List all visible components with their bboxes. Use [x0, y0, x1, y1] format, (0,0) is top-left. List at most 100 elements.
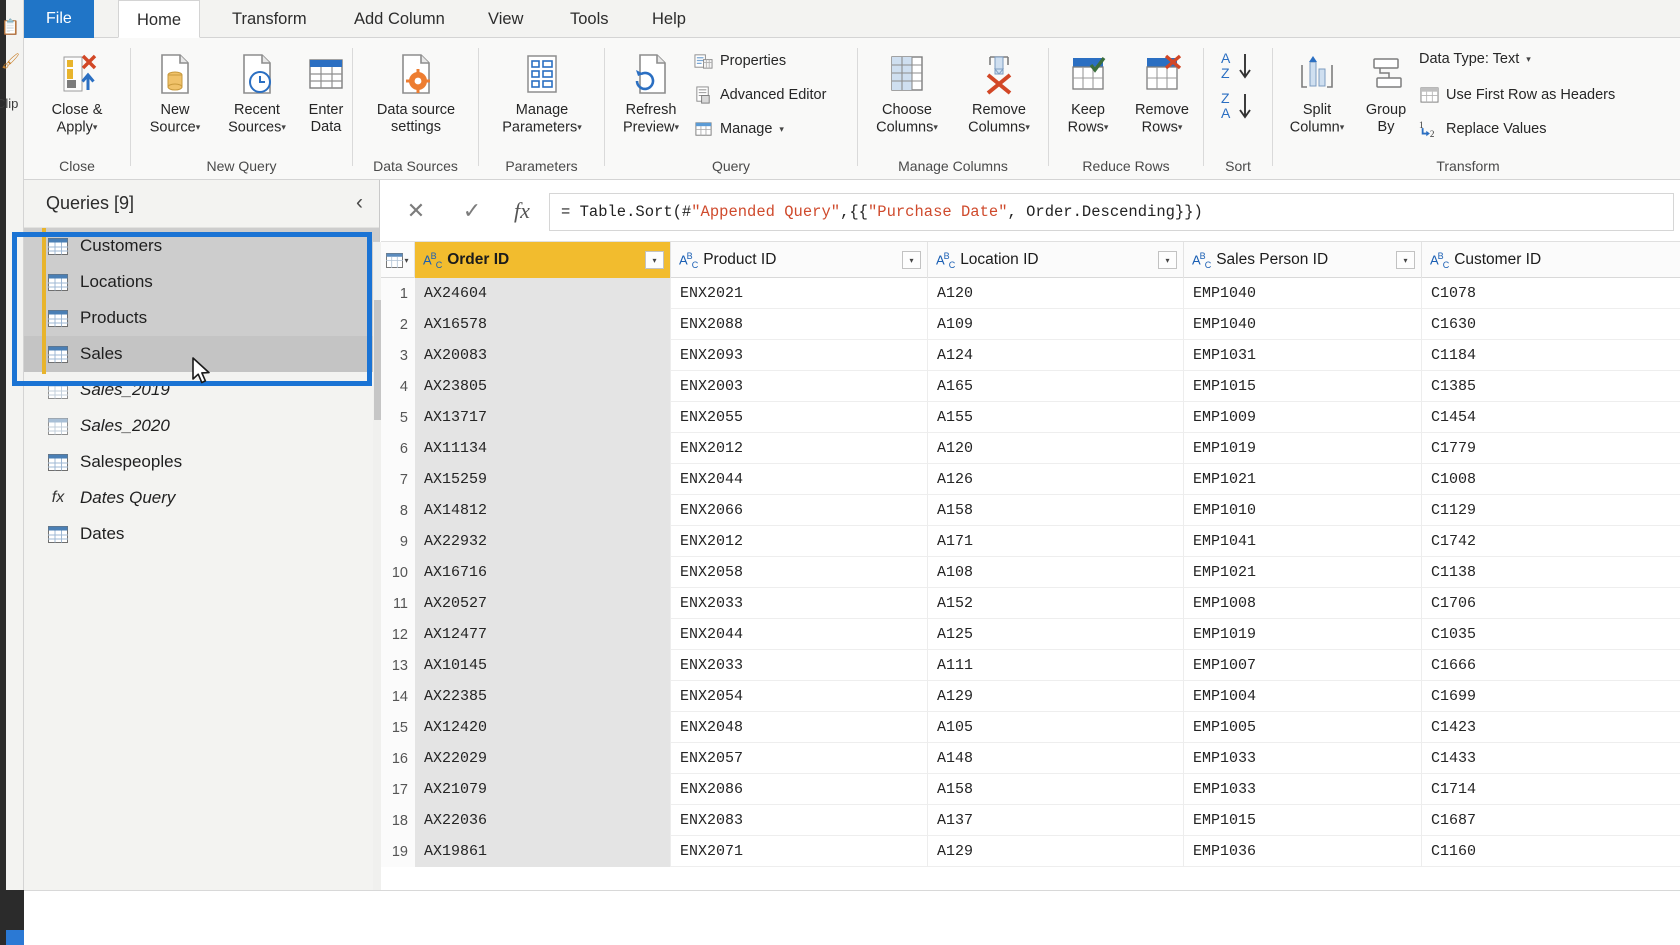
chevron-down-icon[interactable]: ▾: [577, 122, 582, 132]
table-cell[interactable]: C1454: [1422, 402, 1680, 433]
table-cell[interactable]: AX16716: [415, 557, 671, 588]
table-row[interactable]: 11 AX20527 ENX2033 A152 EMP1008 C1706: [381, 588, 1680, 619]
table-cell[interactable]: A129: [928, 836, 1184, 867]
table-cell[interactable]: AX24604: [415, 278, 671, 309]
table-cell[interactable]: A165: [928, 371, 1184, 402]
formula-cancel-icon[interactable]: ✕: [397, 198, 435, 224]
chevron-down-icon[interactable]: ▾: [281, 122, 286, 132]
table-cell[interactable]: ENX2033: [671, 650, 928, 681]
table-cell[interactable]: C1699: [1422, 681, 1680, 712]
table-cell[interactable]: AX20083: [415, 340, 671, 371]
table-cell[interactable]: A109: [928, 309, 1184, 340]
table-cell[interactable]: C1666: [1422, 650, 1680, 681]
chevron-down-icon[interactable]: ▾: [1025, 122, 1030, 132]
table-cell[interactable]: ENX2054: [671, 681, 928, 712]
table-cell[interactable]: AX14812: [415, 495, 671, 526]
close-and-apply-button[interactable]: Close & Apply▾: [30, 46, 124, 136]
table-cell[interactable]: EMP1007: [1184, 650, 1422, 681]
query-item-locations[interactable]: Locations: [24, 264, 379, 300]
table-cell[interactable]: AX22036: [415, 805, 671, 836]
table-row[interactable]: 12 AX12477 ENX2044 A125 EMP1019 C1035: [381, 619, 1680, 650]
table-row[interactable]: 4 AX23805 ENX2003 A165 EMP1015 C1385: [381, 371, 1680, 402]
table-cell[interactable]: C1184: [1422, 340, 1680, 371]
table-cell[interactable]: A171: [928, 526, 1184, 557]
table-cell[interactable]: AX16578: [415, 309, 671, 340]
manage-button[interactable]: Manage ▾: [693, 119, 784, 139]
table-cell[interactable]: ENX2083: [671, 805, 928, 836]
tab-view[interactable]: View: [470, 0, 541, 38]
remove-rows-button[interactable]: Remove Rows▾: [1115, 46, 1209, 136]
tab-transform[interactable]: Transform: [214, 0, 325, 38]
fx-icon[interactable]: fx: [503, 198, 541, 224]
chevron-down-icon[interactable]: ▾: [1340, 122, 1345, 132]
table-row[interactable]: 6 AX11134 ENX2012 A120 EMP1019 C1779: [381, 433, 1680, 464]
chevron-down-icon[interactable]: ▾: [1178, 122, 1183, 132]
table-row[interactable]: 16 AX22029 ENX2057 A148 EMP1033 C1433: [381, 743, 1680, 774]
table-cell[interactable]: AX12477: [415, 619, 671, 650]
table-row[interactable]: 18 AX22036 ENX2083 A137 EMP1015 C1687: [381, 805, 1680, 836]
table-cell[interactable]: EMP1005: [1184, 712, 1422, 743]
replace-values-button[interactable]: 1 2 Replace Values: [1419, 119, 1547, 139]
table-cell[interactable]: C1138: [1422, 557, 1680, 588]
chevron-down-icon[interactable]: ▾: [933, 122, 938, 132]
table-row[interactable]: 14 AX22385 ENX2054 A129 EMP1004 C1699: [381, 681, 1680, 712]
table-cell[interactable]: C1687: [1422, 805, 1680, 836]
remove-columns-button[interactable]: Remove Columns▾: [950, 46, 1048, 136]
advanced-editor-button[interactable]: Advanced Editor: [693, 85, 826, 105]
recent-sources-button[interactable]: Recent Sources▾: [209, 46, 305, 136]
tab-help[interactable]: Help: [634, 0, 704, 38]
table-cell[interactable]: ENX2058: [671, 557, 928, 588]
table-cell[interactable]: EMP1015: [1184, 371, 1422, 402]
table-cell[interactable]: C1630: [1422, 309, 1680, 340]
use-first-row-as-headers-button[interactable]: Use First Row as Headers: [1419, 85, 1615, 105]
table-cell[interactable]: C1385: [1422, 371, 1680, 402]
refresh-preview-button[interactable]: Refresh Preview▾: [605, 46, 697, 136]
table-row[interactable]: 3 AX20083 ENX2093 A124 EMP1031 C1184: [381, 340, 1680, 371]
table-cell[interactable]: A155: [928, 402, 1184, 433]
table-row[interactable]: 19 AX19861 ENX2071 A129 EMP1036 C1160: [381, 836, 1680, 867]
format-painter-icon[interactable]: 🖌: [1, 52, 20, 70]
enter-data-button[interactable]: Enter Data: [295, 46, 357, 136]
table-row[interactable]: 2 AX16578 ENX2088 A109 EMP1040 C1630: [381, 309, 1680, 340]
table-cell[interactable]: C1714: [1422, 774, 1680, 805]
table-cell[interactable]: EMP1040: [1184, 278, 1422, 309]
table-cell[interactable]: AX22932: [415, 526, 671, 557]
table-cell[interactable]: A158: [928, 495, 1184, 526]
table-cell[interactable]: A126: [928, 464, 1184, 495]
table-cell[interactable]: EMP1009: [1184, 402, 1422, 433]
table-cell[interactable]: AX12420: [415, 712, 671, 743]
tab-tools[interactable]: Tools: [552, 0, 627, 38]
choose-columns-button[interactable]: Choose Columns▾: [858, 46, 956, 136]
table-cell[interactable]: AX22029: [415, 743, 671, 774]
column-header-order-id[interactable]: ABC Order ID ▾: [415, 242, 671, 278]
table-cell[interactable]: AX20527: [415, 588, 671, 619]
table-cell[interactable]: ENX2033: [671, 588, 928, 619]
table-cell[interactable]: C1035: [1422, 619, 1680, 650]
chevron-down-icon[interactable]: ▾: [1104, 122, 1109, 132]
table-row[interactable]: 5 AX13717 ENX2055 A155 EMP1009 C1454: [381, 402, 1680, 433]
data-type-button[interactable]: Data Type: Text ▾: [1419, 51, 1531, 67]
grid-vertical-scrollbar-thumb[interactable]: [374, 300, 381, 420]
table-cell[interactable]: C1129: [1422, 495, 1680, 526]
table-cell[interactable]: C1706: [1422, 588, 1680, 619]
table-row[interactable]: 8 AX14812 ENX2066 A158 EMP1010 C1129: [381, 495, 1680, 526]
table-cell[interactable]: C1433: [1422, 743, 1680, 774]
chevron-down-icon[interactable]: ▾: [779, 124, 784, 135]
sort-descending-button[interactable]: Z A: [1220, 90, 1256, 124]
column-filter-dropdown-location-id[interactable]: ▾: [1158, 251, 1177, 269]
table-cell[interactable]: C1742: [1422, 526, 1680, 557]
table-cell[interactable]: A108: [928, 557, 1184, 588]
query-item-salespeoples[interactable]: Salespeoples: [24, 444, 379, 480]
formula-input[interactable]: = Table.Sort(# "Appended Query" ,{{"Purcha…: [549, 193, 1674, 231]
column-header-product-id[interactable]: ABC Product ID ▾: [671, 242, 928, 278]
table-cell[interactable]: EMP1021: [1184, 557, 1422, 588]
query-item-customers[interactable]: Customers: [24, 228, 379, 264]
chevron-down-icon[interactable]: ▾: [196, 122, 201, 132]
table-cell[interactable]: A125: [928, 619, 1184, 650]
table-cell[interactable]: A120: [928, 278, 1184, 309]
table-cell[interactable]: A124: [928, 340, 1184, 371]
query-item-dates[interactable]: Dates: [24, 516, 379, 552]
data-source-settings-button[interactable]: Data source settings: [363, 46, 469, 136]
table-cell[interactable]: AX10145: [415, 650, 671, 681]
table-cell[interactable]: ENX2012: [671, 433, 928, 464]
